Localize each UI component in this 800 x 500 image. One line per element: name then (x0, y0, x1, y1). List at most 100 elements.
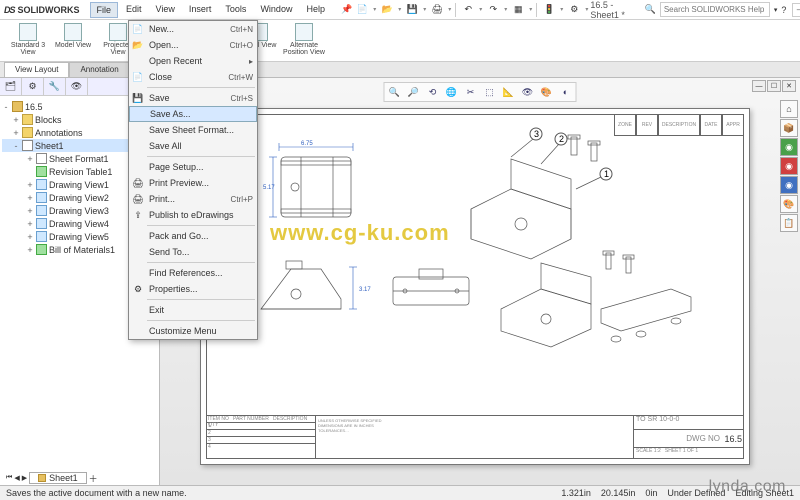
save-icon[interactable]: 💾 (404, 2, 420, 18)
rebuild-icon[interactable]: 🚦 (541, 2, 557, 18)
menu-item-exit[interactable]: Exit (129, 302, 257, 318)
mdi-restore-icon[interactable]: ☐ (767, 80, 781, 92)
add-sheet-icon[interactable]: ＋ (89, 472, 98, 485)
sheet-tab-label: Sheet1 (49, 473, 78, 483)
search-input[interactable] (660, 2, 770, 17)
ribbon-alternate-position-view[interactable]: Alternate Position View (282, 22, 326, 57)
new-dropdown-icon[interactable]: ▾ (373, 6, 376, 13)
select-dropdown-icon[interactable]: ▾ (529, 6, 532, 13)
ribbon-standard-3-view[interactable]: Standard 3 View (6, 22, 50, 57)
drawing-view-2[interactable]: 3.17 (241, 249, 381, 329)
design-library-icon[interactable]: ◉ (780, 138, 798, 156)
help-icon[interactable]: ? (781, 5, 786, 15)
menu-view[interactable]: View (150, 2, 181, 18)
appearances-icon[interactable]: 🎨 (780, 195, 798, 213)
minimize-button[interactable]: — (792, 3, 800, 17)
view-tool-icon[interactable]: ◐ (558, 85, 574, 99)
home-icon[interactable]: ⌂ (780, 100, 798, 118)
menu-item-label: Save All (149, 141, 182, 151)
menu-item-close[interactable]: 📄CloseCtrl+W (129, 69, 257, 85)
menu-item-save[interactable]: 💾SaveCtrl+S (129, 90, 257, 106)
redo-icon[interactable]: ↷ (485, 2, 501, 18)
sheet-nav-next-icon[interactable]: ▶ (22, 474, 27, 482)
view-tool-icon[interactable]: 👁 (520, 85, 536, 99)
mdi-close-icon[interactable]: ✕ (782, 80, 796, 92)
undo-icon[interactable]: ↶ (460, 2, 476, 18)
drawing-view-4[interactable]: 1 2 3 (441, 129, 641, 259)
view-tool-icon[interactable]: ✂ (463, 85, 479, 99)
menu-insert[interactable]: Insert (183, 2, 218, 18)
config-tab-icon[interactable]: 🔧 (44, 78, 66, 95)
menu-item-print-preview[interactable]: 🖨Print Preview... (129, 175, 257, 191)
menu-item-icon: 🖨 (131, 176, 145, 190)
save-dropdown-icon[interactable]: ▾ (423, 6, 426, 13)
view-tool-icon[interactable]: 🔍 (387, 85, 403, 99)
drawing-view-5[interactable] (491, 249, 701, 359)
undo-dropdown-icon[interactable]: ▾ (479, 6, 482, 13)
brand-text: lynda.com (709, 478, 786, 496)
view-tool-icon[interactable]: 📐 (501, 85, 517, 99)
custom-props-icon[interactable]: 📋 (780, 214, 798, 232)
menu-item-save-sheet-format[interactable]: Save Sheet Format... (129, 122, 257, 138)
view-tool-icon[interactable]: 🔎 (406, 85, 422, 99)
view-tool-icon[interactable]: ⟲ (425, 85, 441, 99)
dim-text: 6.75 (301, 141, 313, 147)
task-pane: ⌂ 📦 ◉ ◉ ◉ 🎨 📋 (780, 100, 800, 232)
tab-annotation[interactable]: Annotation (69, 62, 129, 77)
menu-item-print[interactable]: 🖨Print...Ctrl+P (129, 191, 257, 207)
drawing-sheet[interactable]: NOTES: ZONE REV DESCRIPTION DATE APPR 6.… (200, 108, 750, 465)
menu-file[interactable]: File (90, 2, 119, 18)
menu-item-label: Publish to eDrawings (149, 210, 234, 220)
menu-separator (147, 225, 255, 226)
new-icon[interactable]: 📄 (354, 2, 370, 18)
drawing-view-3[interactable] (381, 259, 481, 319)
search-dropdown-icon[interactable]: ▾ (774, 6, 778, 14)
print-dropdown-icon[interactable]: ▾ (448, 6, 451, 13)
menu-item-icon (131, 54, 145, 68)
feature-tree-tab-icon[interactable]: 🗂 (0, 78, 22, 95)
resources-icon[interactable]: 📦 (780, 119, 798, 137)
menu-edit[interactable]: Edit (120, 2, 148, 18)
open-icon[interactable]: 📂 (379, 2, 395, 18)
menu-item-page-setup[interactable]: Page Setup... (129, 159, 257, 175)
property-tab-icon[interactable]: ⚙ (22, 78, 44, 95)
bom-header: ITEM NO PART NUMBER DESCRIPTION QTY (206, 416, 315, 423)
menu-item-pack-and-go[interactable]: Pack and Go... (129, 228, 257, 244)
menu-item-open-recent[interactable]: Open Recent▸ (129, 53, 257, 69)
sheet-nav-prev-icon[interactable]: ◀ (14, 474, 19, 482)
redo-dropdown-icon[interactable]: ▾ (504, 6, 507, 13)
print-icon[interactable]: 🖨 (429, 2, 445, 18)
menu-help[interactable]: Help (300, 2, 331, 18)
view-tool-icon[interactable]: 🌐 (444, 85, 460, 99)
menu-item-publish-to-edrawings[interactable]: ⇪Publish to eDrawings (129, 207, 257, 223)
menu-item-open[interactable]: 📂Open...Ctrl+O (129, 37, 257, 53)
options-dropdown-icon[interactable]: ▾ (585, 6, 588, 13)
file-explorer-icon[interactable]: ◉ (780, 157, 798, 175)
menu-item-customize-menu[interactable]: Customize Menu (129, 323, 257, 339)
view-tool-icon[interactable]: ⬚ (482, 85, 498, 99)
pin-icon[interactable]: 📌 (341, 4, 352, 15)
view-palette-icon[interactable]: ◉ (780, 176, 798, 194)
open-dropdown-icon[interactable]: ▾ (398, 6, 401, 13)
options-icon[interactable]: ⚙ (566, 2, 582, 18)
menu-item-properties[interactable]: ⚙Properties... (129, 281, 257, 297)
drawing-title: TO SR 10-0-0 (634, 416, 744, 430)
menu-item-new[interactable]: 📄New...Ctrl+N (129, 21, 257, 37)
mdi-min-icon[interactable]: — (752, 80, 766, 92)
display-tab-icon[interactable]: 👁 (66, 78, 88, 95)
menu-item-save-as[interactable]: Save As... (129, 106, 257, 122)
menu-item-save-all[interactable]: Save All (129, 138, 257, 154)
menu-window[interactable]: Window (254, 2, 298, 18)
drawing-view-1[interactable]: 6.75 5.17 (261, 139, 371, 229)
tab-view-layout[interactable]: View Layout (4, 62, 69, 77)
menu-item-find-references[interactable]: Find References... (129, 265, 257, 281)
select-icon[interactable]: ▦ (510, 2, 526, 18)
menu-item-label: New... (149, 24, 174, 34)
sheet-tab[interactable]: Sheet1 (29, 472, 87, 484)
rebuild-dropdown-icon[interactable]: ▾ (560, 6, 563, 13)
view-tool-icon[interactable]: 🎨 (539, 85, 555, 99)
sheet-nav-first-icon[interactable]: ⏮ (6, 474, 12, 482)
ribbon-model-view[interactable]: Model View (51, 22, 95, 50)
menu-tools[interactable]: Tools (219, 2, 252, 18)
menu-item-send-to[interactable]: Send To... (129, 244, 257, 260)
